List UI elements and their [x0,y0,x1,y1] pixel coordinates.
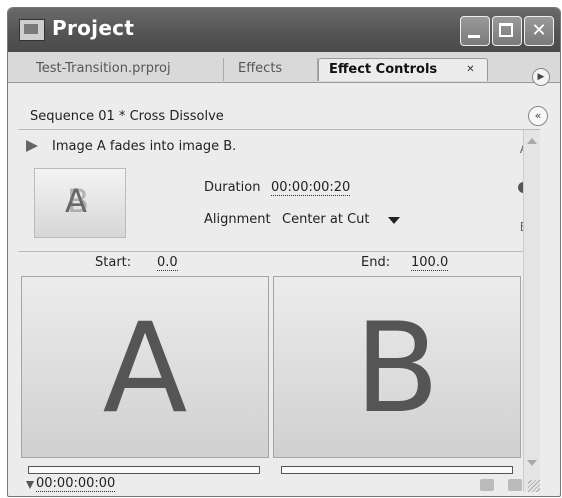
resize-grip-icon[interactable] [528,480,540,492]
project-window: Project ✕ Test-Transition.prproj Effects… [7,7,561,497]
window-title: Project [52,16,135,40]
audio-icon[interactable] [480,479,494,491]
double-chevron-left-icon[interactable]: « [528,106,548,126]
alignment-select[interactable]: Center at Cut [282,212,370,227]
preview-b: B [273,276,521,458]
tab-effect-controls[interactable]: Effect Controls ✕ [318,58,488,81]
divider [18,251,530,252]
scroll-down-icon[interactable] [527,460,537,466]
duration-field[interactable]: 00:00:00:20 [271,180,351,196]
chevron-down-icon[interactable] [388,217,400,224]
preview-letter-b: B [354,297,440,441]
play-icon[interactable] [26,140,38,152]
time-marker-icon[interactable] [26,481,34,489]
transition-thumbnail: A B [34,168,126,238]
vertical-scrollbar[interactable] [523,130,540,492]
preview-letter-a: A [102,297,188,441]
alignment-label: Alignment [204,212,271,227]
thumb-letter-b: B [67,182,89,220]
tab-project[interactable]: Test-Transition.prproj [26,58,224,81]
minimize-button[interactable] [460,16,490,46]
close-button[interactable]: ✕ [524,16,554,46]
maximize-button[interactable] [492,16,522,46]
timecode-field[interactable]: 00:00:00:00 [36,476,116,492]
tab-close-icon[interactable]: ✕ [464,63,477,76]
duration-label: Duration [204,180,261,195]
end-label: End: [361,255,391,270]
panel-menu-icon[interactable]: ▶ [532,68,550,86]
tab-effect-controls-label: Effect Controls [329,62,438,77]
loop-icon[interactable] [508,479,522,491]
end-slider[interactable] [281,466,513,474]
title-bar[interactable]: Project ✕ [8,8,560,53]
app-icon [19,19,45,41]
start-label: Start: [95,255,132,270]
effect-description: Image A fades into image B. [52,139,237,154]
tab-effects[interactable]: Effects [228,58,318,81]
effect-controls-panel: Image A fades into image B. A B A B Dura… [18,129,540,492]
preview-a: A [21,276,269,458]
description-row: Image A fades into image B. [18,136,540,156]
sequence-title: Sequence 01 * Cross Dissolve [30,109,224,124]
sequence-bar: Sequence 01 * Cross Dissolve « [8,104,560,128]
end-field[interactable]: 100.0 [411,255,449,271]
start-field[interactable]: 0.0 [157,255,178,271]
scroll-up-icon[interactable] [527,138,537,144]
tab-strip: Test-Transition.prproj Effects Effect Co… [8,52,560,86]
start-slider[interactable] [28,466,260,474]
